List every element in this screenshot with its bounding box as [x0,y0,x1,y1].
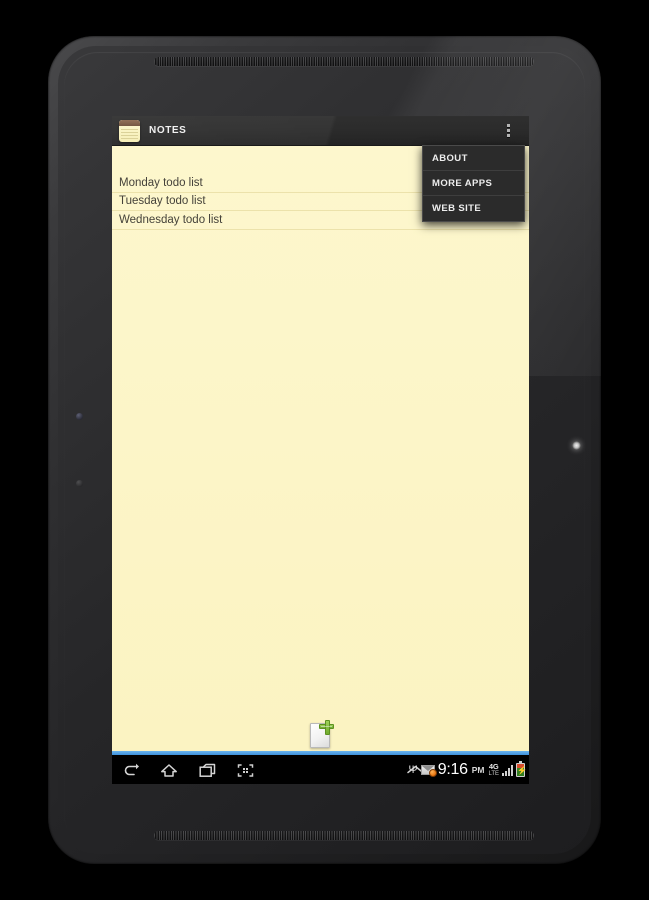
navigation-bar: Ψ 9:16 PM 4G LTE ⚡ [112,755,529,784]
speaker-grille-bottom-icon [154,831,534,840]
overflow-dropdown-menu: ABOUT MORE APPS WEB SITE [422,145,525,222]
home-icon[interactable] [150,755,188,784]
sensor-dot-icon [76,480,83,487]
battery-bolt: ⚡ [517,766,527,775]
signal-bars-icon [502,764,513,776]
note-title: Monday todo list [119,176,203,189]
menu-item-more-apps[interactable]: MORE APPS [423,171,524,196]
back-icon[interactable] [112,755,150,784]
usb-icon: Ψ [408,763,418,776]
recent-apps-icon[interactable] [188,755,226,784]
note-title: Wednesday todo list [119,213,223,226]
plus-icon [318,720,334,735]
notepad-binding [119,119,140,126]
screenshot-root: NOTES Monday todo list Tuesday todo list… [0,0,649,900]
front-camera-icon [76,413,83,420]
action-bar: NOTES [112,116,529,146]
battery-charging-icon: ⚡ [516,761,527,777]
notes-list: Monday todo list Tuesday todo list Wedne… [112,146,529,751]
device-screen: NOTES Monday todo list Tuesday todo list… [112,116,529,784]
notification-led-icon [572,441,581,450]
speaker-grille-top-icon [154,57,534,66]
network-sub-label: LTE [488,770,499,777]
clock-time: 9:16 [437,761,468,778]
network-type-label: 4G [488,762,499,772]
status-bar: Ψ 9:16 PM 4G LTE ⚡ [408,755,527,784]
email-badge [428,769,437,777]
clock-ampm: PM [471,765,485,775]
overflow-menu-icon[interactable] [495,116,521,145]
screenshot-icon[interactable] [226,755,264,784]
email-icon [420,765,437,777]
network-type-indicator: 4G LTE [488,763,499,777]
page-title: NOTES [149,125,187,136]
menu-item-about[interactable]: ABOUT [423,146,524,171]
notepad-icon [119,119,140,142]
add-note-button[interactable] [307,720,335,748]
note-title: Tuesday todo list [119,195,206,208]
menu-item-web-site[interactable]: WEB SITE [423,196,524,221]
